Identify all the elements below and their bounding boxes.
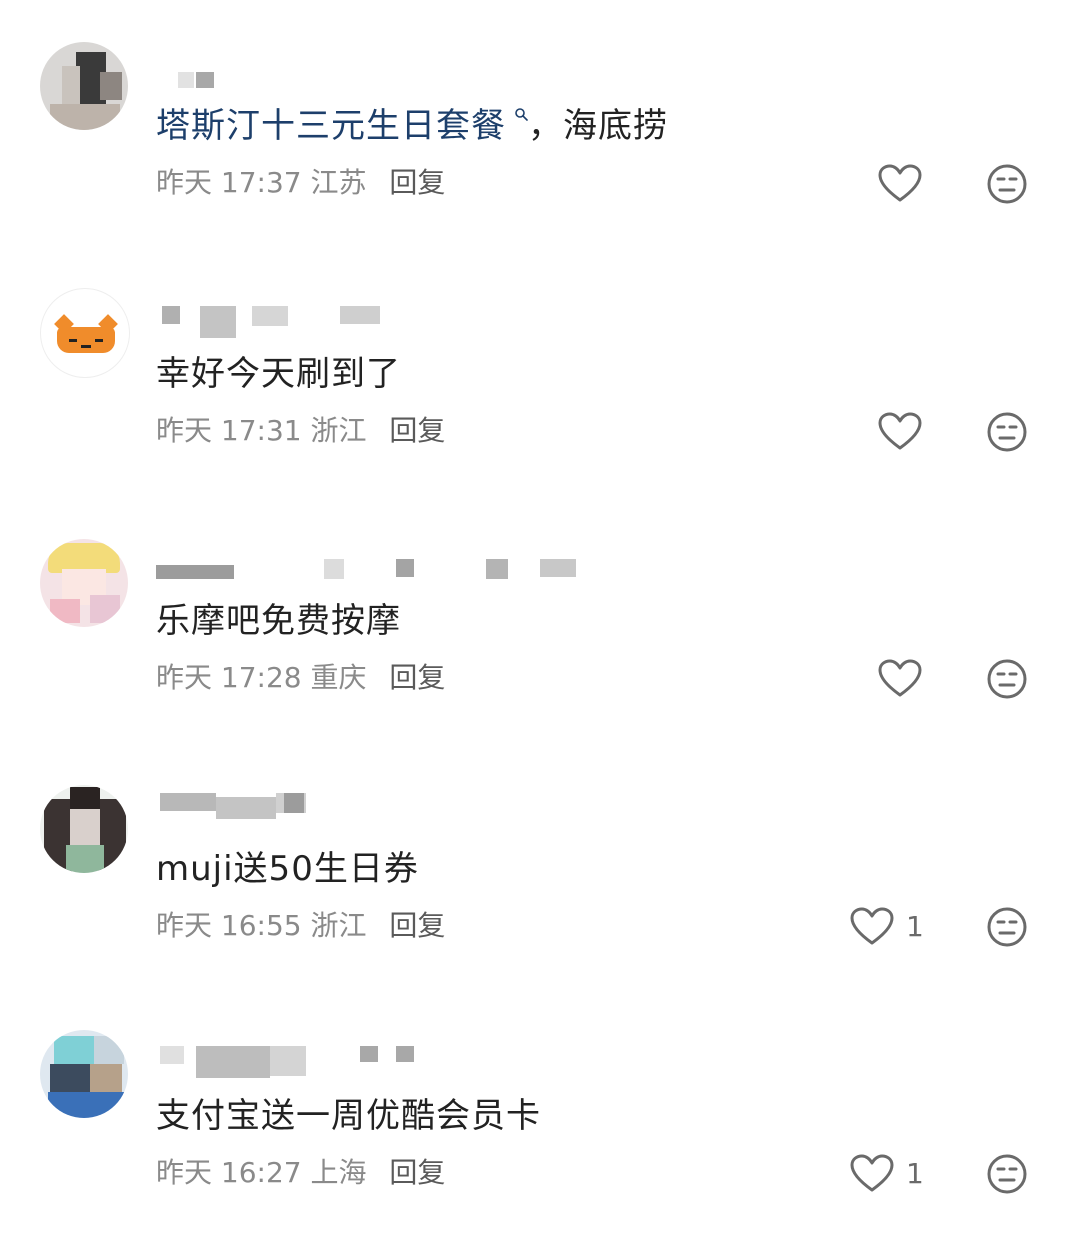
neutral-face-icon [987, 164, 1027, 204]
heart-outline-icon [850, 907, 894, 945]
dislike-button[interactable] [985, 410, 1029, 454]
dislike-button[interactable] [985, 162, 1029, 206]
avatar[interactable] [40, 1030, 128, 1118]
comment-item: 塔斯汀十三元生日套餐 ，海底捞 昨天 17:37 江苏 回复 [0, 0, 1080, 204]
heart-outline-icon [850, 1154, 894, 1192]
comment-time: 昨天 17:37 [156, 166, 302, 199]
neutral-face-icon [987, 1154, 1027, 1194]
comment-meta: 昨天 17:28 重庆 回复 [156, 660, 445, 696]
username[interactable] [156, 68, 616, 108]
avatar[interactable] [40, 288, 130, 378]
reply-button[interactable]: 回复 [389, 414, 445, 447]
comment-location: 江苏 [310, 166, 367, 199]
reply-button[interactable]: 回复 [389, 661, 445, 694]
username[interactable] [156, 1044, 616, 1084]
comment-meta: 昨天 17:31 浙江 回复 [156, 413, 445, 449]
dislike-button[interactable] [985, 905, 1029, 949]
comment-text: 乐摩吧免费按摩 [156, 601, 401, 641]
neutral-face-icon [987, 659, 1027, 699]
comment-text: muji送50生日券 [156, 849, 419, 889]
like-button[interactable]: 1 [848, 903, 938, 951]
avatar[interactable] [40, 42, 128, 130]
comment-item: 乐摩吧免费按摩 昨天 17:28 重庆 回复 [0, 495, 1080, 699]
like-button[interactable] [848, 160, 938, 208]
reply-button[interactable]: 回复 [389, 166, 445, 199]
neutral-face-icon [987, 907, 1027, 947]
reply-button[interactable]: 回复 [389, 1156, 445, 1189]
avatar[interactable] [40, 785, 128, 873]
reply-button[interactable]: 回复 [389, 909, 445, 942]
comment-meta: 昨天 17:37 江苏 回复 [156, 165, 445, 201]
comment-item: 支付宝送一周优酷会员卡 昨天 16:27 上海 回复 1 [0, 990, 1080, 1194]
username[interactable] [156, 789, 616, 829]
heart-outline-icon [878, 164, 922, 202]
comment-location: 浙江 [310, 414, 367, 447]
comment-time: 昨天 16:27 [156, 1156, 302, 1189]
comment-text: 塔斯汀十三元生日套餐 ，海底捞 [156, 106, 668, 146]
like-count: 1 [906, 1157, 924, 1190]
heart-outline-icon [878, 659, 922, 697]
search-icon [515, 107, 528, 121]
avatar[interactable] [40, 539, 128, 627]
comment-location: 重庆 [310, 661, 367, 694]
search-keyword-link[interactable]: 塔斯汀十三元生日套餐 [156, 106, 528, 146]
comment-text: 幸好今天刷到了 [156, 354, 401, 394]
comment-time: 昨天 17:28 [156, 661, 302, 694]
neutral-face-icon [987, 412, 1027, 452]
comment-location: 上海 [310, 1156, 367, 1189]
comment-item: 幸好今天刷到了 昨天 17:31 浙江 回复 [0, 248, 1080, 452]
comment-text: 支付宝送一周优酷会员卡 [156, 1096, 541, 1136]
comment-time: 昨天 16:55 [156, 909, 302, 942]
comment-location: 浙江 [310, 909, 367, 942]
comment-item: muji送50生日券 昨天 16:55 浙江 回复 1 [0, 743, 1080, 947]
dislike-button[interactable] [985, 657, 1029, 701]
username[interactable] [156, 551, 616, 591]
like-count: 1 [906, 910, 924, 943]
comment-meta: 昨天 16:27 上海 回复 [156, 1155, 445, 1191]
comment-time: 昨天 17:31 [156, 414, 302, 447]
comment-meta: 昨天 16:55 浙江 回复 [156, 908, 445, 944]
like-button[interactable] [848, 655, 938, 703]
like-button[interactable]: 1 [848, 1150, 938, 1198]
like-button[interactable] [848, 408, 938, 456]
heart-outline-icon [878, 412, 922, 450]
dislike-button[interactable] [985, 1152, 1029, 1196]
username[interactable] [156, 304, 616, 344]
